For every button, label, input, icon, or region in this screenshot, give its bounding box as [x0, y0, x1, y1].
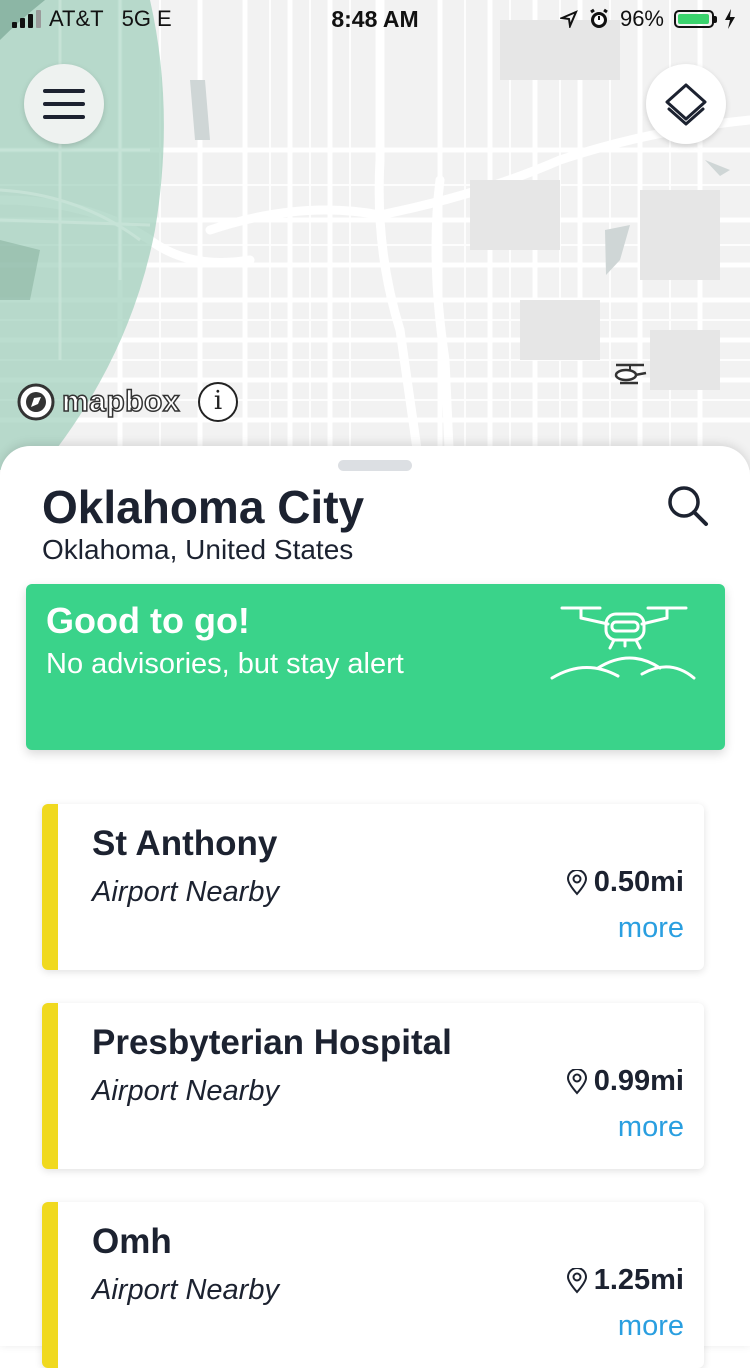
menu-button[interactable]	[24, 64, 104, 144]
distance-value: 1.25mi	[593, 1264, 684, 1296]
distance-value: 0.99mi	[593, 1065, 684, 1097]
mapbox-label: mapbox	[61, 384, 181, 419]
charging-bolt-icon	[725, 9, 735, 29]
mapbox-attribution[interactable]: mapbox	[16, 382, 180, 422]
airport-type: Airport Nearby	[92, 1075, 279, 1107]
info-icon[interactable]: i	[198, 382, 238, 422]
layers-icon	[665, 83, 707, 126]
airport-distance: 1.25mi	[566, 1264, 684, 1297]
airport-name: St Anthony	[92, 824, 278, 863]
airport-card[interactable]: Presbyterian Hospital Airport Nearby 0.9…	[42, 1003, 704, 1169]
airport-card[interactable]: Omh Airport Nearby 1.25mi more	[42, 1202, 704, 1368]
mapbox-logo-icon	[17, 383, 55, 421]
airport-name: Presbyterian Hospital	[92, 1023, 452, 1062]
status-subtitle: No advisories, but stay alert	[46, 648, 404, 680]
airport-type: Airport Nearby	[92, 1274, 279, 1306]
airport-distance: 0.50mi	[566, 866, 684, 899]
battery-icon	[674, 10, 717, 28]
location-pin-icon	[566, 1267, 587, 1294]
drone-icon	[550, 606, 696, 680]
location-pin-icon	[566, 869, 587, 896]
more-link[interactable]: more	[618, 1310, 684, 1343]
search-icon[interactable]	[664, 482, 712, 530]
advisory-stripe	[42, 1202, 58, 1368]
battery-percent: 96%	[619, 6, 664, 31]
hamburger-menu-icon	[43, 89, 85, 119]
distance-value: 0.50mi	[593, 866, 684, 898]
drag-handle[interactable]	[338, 460, 412, 471]
more-link[interactable]: more	[618, 1111, 684, 1144]
advisory-stripe	[42, 804, 58, 970]
advisory-stripe	[42, 1003, 58, 1169]
airport-card[interactable]: St Anthony Airport Nearby 0.50mi more	[42, 804, 704, 970]
airport-type: Airport Nearby	[92, 876, 279, 908]
helicopter-icon[interactable]	[612, 362, 648, 386]
location-arrow-icon	[559, 10, 578, 28]
map-view[interactable]: AT&T 5G E 8:48 AM 96% mapbox i	[0, 0, 750, 470]
status-bar: AT&T 5G E 8:48 AM 96%	[0, 0, 750, 40]
flight-status-card[interactable]: Good to go! No advisories, but stay aler…	[26, 584, 725, 750]
layers-button[interactable]	[646, 64, 726, 144]
airport-distance: 0.99mi	[566, 1065, 684, 1098]
airport-name: Omh	[92, 1222, 172, 1261]
region-subtitle: Oklahoma, United States	[42, 534, 354, 565]
status-title: Good to go!	[46, 600, 250, 641]
location-pin-icon	[566, 1068, 587, 1095]
more-link[interactable]: more	[618, 912, 684, 945]
alarm-icon	[590, 8, 608, 28]
city-title: Oklahoma City	[42, 481, 365, 533]
